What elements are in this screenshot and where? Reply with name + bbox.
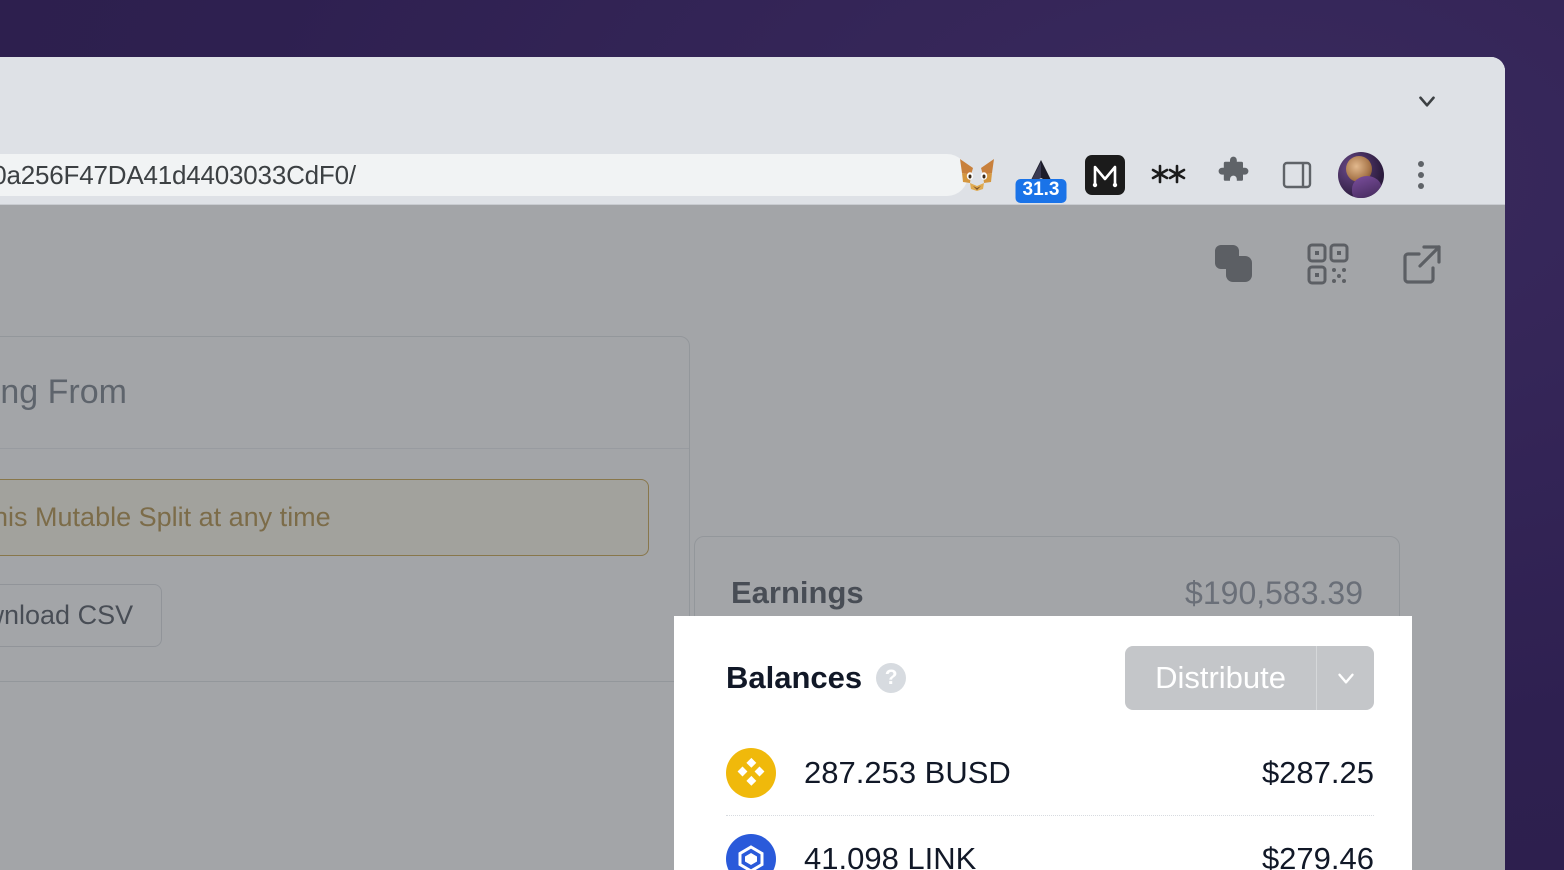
balances-title: Balances [726, 660, 863, 695]
sidepanel-icon[interactable] [1265, 145, 1329, 205]
browser-toolbar: 50a256F47DA41d4403033CdF0/ 31.3 [0, 145, 1505, 205]
asterisk-extension-icon[interactable] [1137, 145, 1201, 205]
address-bar-url: 50a256F47DA41d4403033CdF0/ [0, 159, 356, 190]
token-amount: 41.098 LINK [804, 840, 977, 870]
m-extension-icon[interactable] [1073, 145, 1137, 205]
earnings-amount: $190,583.39 [1185, 574, 1363, 611]
qr-code-icon[interactable] [1305, 241, 1351, 287]
balances-list: 287.253 BUSD $287.25 41.098 LINK $279.46 [674, 730, 1412, 870]
earning-from-card-header: Earning From [0, 337, 689, 449]
metamask-extension-icon[interactable] [945, 145, 1009, 205]
earnings-label: Earnings [731, 575, 864, 610]
balances-title-group: Balances ? [726, 660, 907, 696]
rabby-badge: 31.3 [1015, 179, 1067, 203]
distribute-button-group: Distribute [1125, 646, 1374, 710]
chevron-down-icon[interactable] [1316, 646, 1374, 710]
help-icon[interactable]: ? [876, 663, 907, 693]
download-csv-button[interactable]: Download CSV [0, 584, 163, 647]
chevron-down-icon[interactable] [1413, 87, 1441, 115]
mutable-split-alert: ge this Mutable Split at any time [0, 479, 649, 556]
balance-row[interactable]: 41.098 LINK $279.46 [726, 816, 1374, 870]
balances-modal: Balances ? Distribute 287.253 BUSD $287.… [674, 616, 1412, 870]
rabby-extension-icon[interactable]: 31.3 [1009, 145, 1073, 205]
distribute-button[interactable]: Distribute [1125, 646, 1316, 710]
address-bar[interactable]: 50a256F47DA41d4403033CdF0/ [0, 154, 968, 196]
avatar[interactable] [1329, 145, 1393, 205]
extension-toolbar: 31.3 [945, 145, 1449, 205]
balance-row[interactable]: 287.253 BUSD $287.25 [726, 730, 1374, 816]
page-viewport: Earning From ge this Mutable Split at an… [0, 205, 1505, 870]
menu-dot [1418, 161, 1424, 167]
browser-menu-icon[interactable] [1393, 145, 1449, 205]
browser-window: 50a256F47DA41d4403033CdF0/ 31.3 ng From … [0, 57, 1505, 870]
menu-dot [1418, 172, 1424, 178]
profile-avatar[interactable] [1338, 152, 1384, 198]
browser-tabstrip [0, 57, 1505, 145]
busd-token-icon [726, 747, 776, 798]
puzzle-extensions-icon[interactable] [1201, 145, 1265, 205]
page-action-icons [1211, 241, 1445, 287]
token-usd-value: $279.46 [1261, 840, 1374, 870]
token-amount: 287.253 BUSD [804, 754, 1011, 790]
earning-from-card: Earning From ge this Mutable Split at an… [0, 336, 690, 682]
earning-from-card-body: ge this Mutable Split at any time Downlo… [0, 449, 689, 681]
open-external-icon[interactable] [1399, 241, 1445, 287]
menu-dot [1418, 183, 1424, 189]
balances-modal-header: Balances ? Distribute [674, 616, 1412, 710]
page-title: Earning From [0, 373, 127, 411]
token-usd-value: $287.25 [1261, 754, 1374, 790]
copy-address-icon[interactable] [1211, 241, 1257, 287]
link-token-icon [726, 833, 776, 870]
